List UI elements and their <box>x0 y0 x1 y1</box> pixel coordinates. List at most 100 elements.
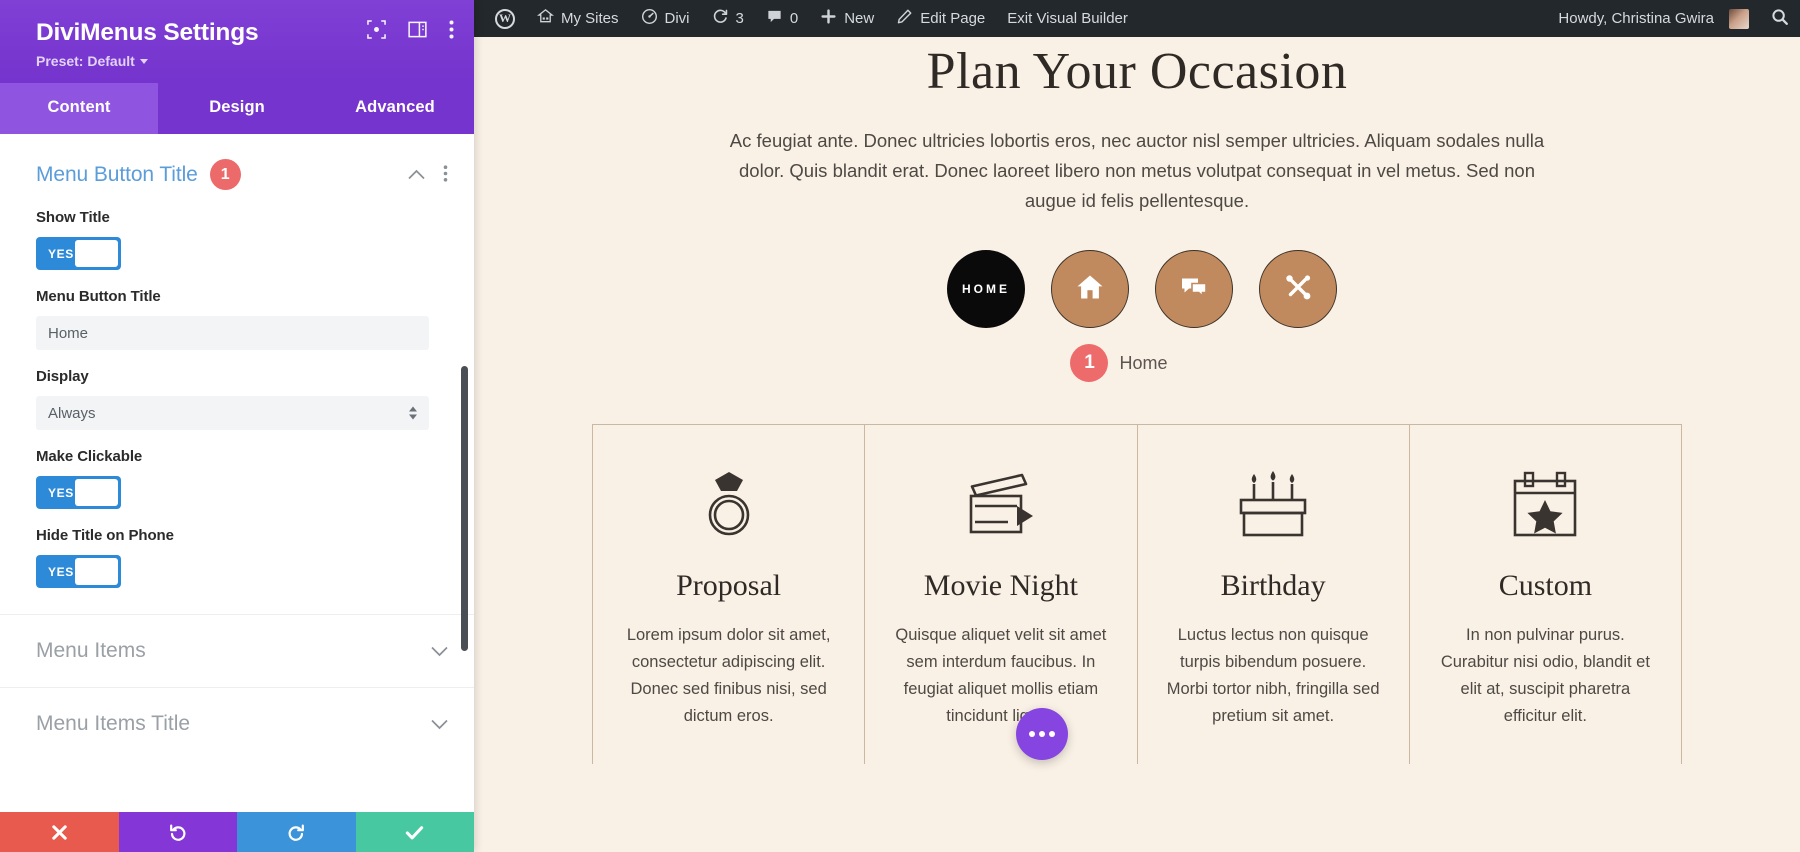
display-select[interactable]: Always <box>36 396 429 431</box>
visual-builder-viewport: W My Sites Divi 3 0 New Edit Page Exit V… <box>474 0 1800 852</box>
panel-header-actions <box>367 20 454 39</box>
edit-page-label: Edit Page <box>920 10 986 27</box>
calendar-star-icon <box>1509 465 1581 547</box>
expand-icon[interactable] <box>367 20 386 39</box>
section-title: Menu Button Title <box>36 162 198 186</box>
page-settings-fab[interactable] <box>1016 708 1068 760</box>
menu-home-button[interactable] <box>1051 250 1129 329</box>
menu-chat-button[interactable] <box>1155 250 1233 329</box>
layout-icon[interactable] <box>408 20 427 39</box>
panel-scrollbar[interactable] <box>461 366 468 652</box>
tab-advanced[interactable]: Advanced <box>316 83 474 134</box>
divi-label: Divi <box>664 10 690 27</box>
occasion-cards: Proposal Lorem ipsum dolor sit amet, con… <box>592 424 1682 764</box>
toggle-knob <box>75 479 118 507</box>
display-select-wrap: Always <box>36 396 429 431</box>
field-label: Display <box>36 368 89 386</box>
divi-item[interactable]: Divi <box>630 0 701 37</box>
card-birthday[interactable]: Birthday Luctus lectus non quisque turpi… <box>1138 425 1410 764</box>
section-kebab-icon[interactable] <box>443 165 448 185</box>
menu-main-button[interactable]: HOME <box>947 250 1025 329</box>
tab-content[interactable]: Content <box>0 83 158 135</box>
field-make-clickable: Make Clickable YES <box>0 439 474 518</box>
card-title: Custom <box>1498 569 1593 603</box>
card-text: Lorem ipsum dolor sit amet, consectetur … <box>626 626 831 725</box>
page-canvas: Plan Your Occasion Ac feugiat ante. Done… <box>474 37 1800 852</box>
search-button[interactable] <box>1760 0 1800 37</box>
show-title-toggle[interactable]: YES <box>36 237 121 271</box>
edit-page-item[interactable]: Edit Page <box>885 0 996 37</box>
divimenus-settings-panel: DiviMenus Settings Preset: Default Conte… <box>0 0 474 852</box>
comment-bubble-icon <box>766 8 783 29</box>
clapperboard-icon <box>962 465 1040 547</box>
menu-tools-button[interactable] <box>1259 250 1337 329</box>
menu-main-button-label: HOME <box>962 282 1010 297</box>
hero-title: Plan Your Occasion <box>926 43 1348 100</box>
card-title: Movie Night <box>923 569 1078 603</box>
ellipsis-icon-dot <box>1039 731 1045 737</box>
selected-item-badge: 1 <box>1070 344 1109 383</box>
updates-item[interactable]: 3 <box>701 0 755 37</box>
chevron-down-icon[interactable] <box>431 716 448 733</box>
field-label: Menu Button Title <box>36 288 161 306</box>
card-proposal[interactable]: Proposal Lorem ipsum dolor sit amet, con… <box>593 425 866 764</box>
updates-count: 3 <box>735 10 744 27</box>
chevron-up-icon <box>409 406 417 412</box>
toggle-knob <box>75 558 118 586</box>
section-title: Menu Items Title <box>36 712 191 736</box>
undo-button[interactable] <box>118 812 237 852</box>
chevron-up-icon[interactable] <box>408 166 425 183</box>
chevron-down-icon[interactable] <box>431 643 448 660</box>
wordpress-logo-icon: W <box>495 8 515 29</box>
admin-bar-right: Howdy, Christina Gwira <box>1547 0 1800 37</box>
comments-item[interactable]: 0 <box>755 0 809 37</box>
card-text: Luctus lectus non quisque turpis bibendu… <box>1166 626 1380 725</box>
menu-button-title-input[interactable] <box>36 316 429 351</box>
app-screen: DiviMenus Settings Preset: Default Conte… <box>0 0 1800 852</box>
exit-visual-builder-item[interactable]: Exit Visual Builder <box>996 0 1139 37</box>
wordpress-logo-item[interactable]: W <box>484 0 526 37</box>
kebab-menu-icon[interactable] <box>449 20 454 39</box>
section-number-badge: 1 <box>209 159 241 191</box>
make-clickable-toggle[interactable]: YES <box>36 476 121 510</box>
exit-visual-builder-label: Exit Visual Builder <box>1007 10 1128 27</box>
panel-tabs: Content Design Advanced <box>0 83 474 135</box>
panel-footer <box>0 812 474 852</box>
section-menu-items[interactable]: Menu Items <box>0 614 474 687</box>
preset-selector[interactable]: Preset: Default <box>36 53 148 69</box>
my-sites-label: My Sites <box>561 10 619 27</box>
chevron-down-icon <box>139 58 148 64</box>
card-title: Proposal <box>676 569 782 603</box>
card-custom[interactable]: Custom In non pulvinar purus. Curabitur … <box>1410 425 1681 764</box>
save-button[interactable] <box>355 812 474 852</box>
section-menu-button-title-header[interactable]: Menu Button Title 1 <box>0 134 474 200</box>
toggle-knob <box>75 240 118 268</box>
plus-icon <box>820 8 837 29</box>
panel-scroll-content: Menu Button Title 1 Show Title YES Menu … <box>0 134 474 760</box>
field-label: Show Title <box>36 209 110 227</box>
card-movie-night[interactable]: Movie Night Quisque aliquet velit sit am… <box>865 425 1138 764</box>
ellipsis-icon-dot <box>1029 731 1035 737</box>
selected-menu-item-indicator: 1 Home <box>474 344 1800 383</box>
tab-design[interactable]: Design <box>158 83 316 134</box>
section-menu-items-title[interactable]: Menu Items Title <box>0 687 474 760</box>
sites-icon <box>536 8 555 29</box>
avatar <box>1729 8 1749 29</box>
birthday-cake-icon <box>1235 465 1311 547</box>
card-text: In non pulvinar purus. Curabitur nisi od… <box>1440 626 1650 725</box>
house-icon <box>1074 271 1106 308</box>
howdy-user-item[interactable]: Howdy, Christina Gwira <box>1547 0 1760 37</box>
my-sites-item[interactable]: My Sites <box>526 0 630 37</box>
card-title: Birthday <box>1220 569 1326 603</box>
panel-body: Menu Button Title 1 Show Title YES Menu … <box>0 134 474 812</box>
update-refresh-icon <box>712 8 729 29</box>
cancel-button[interactable] <box>0 812 119 852</box>
divi-speedometer-icon <box>641 8 658 29</box>
new-item[interactable]: New <box>809 0 885 37</box>
preset-label: Preset: Default <box>36 53 135 70</box>
ring-icon <box>696 465 762 547</box>
redo-button[interactable] <box>237 812 356 852</box>
tools-icon <box>1282 271 1314 308</box>
chevron-down-icon <box>409 414 417 420</box>
hide-title-on-phone-toggle[interactable]: YES <box>36 555 121 589</box>
